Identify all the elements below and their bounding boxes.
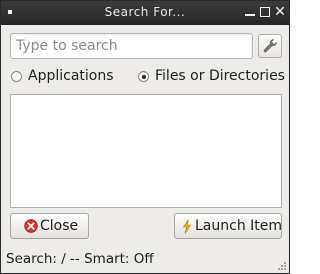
launch-item-button[interactable]: Launch Item bbox=[174, 213, 282, 239]
launch-item-button-label: Launch Item bbox=[195, 218, 283, 234]
title-bar[interactable]: Search For... ✕ bbox=[1, 1, 289, 25]
status-text: Search: / -- Smart: Off bbox=[6, 251, 154, 267]
preferences-button[interactable] bbox=[258, 34, 282, 58]
close-button[interactable]: Close bbox=[10, 213, 89, 239]
minimize-icon[interactable] bbox=[244, 6, 256, 18]
radio-applications-label[interactable]: Applications bbox=[28, 68, 114, 84]
close-circle-icon bbox=[24, 219, 38, 233]
close-window-icon[interactable]: ✕ bbox=[274, 5, 286, 19]
radio-files-label[interactable]: Files or Directories bbox=[155, 68, 285, 84]
search-for-window: Search For... ✕ Applications Files or Di… bbox=[0, 0, 290, 274]
lightning-icon bbox=[182, 219, 192, 234]
results-list[interactable] bbox=[10, 94, 282, 208]
search-input[interactable] bbox=[10, 33, 253, 59]
radio-files-indicator[interactable] bbox=[138, 71, 149, 82]
wrench-icon bbox=[263, 39, 277, 53]
resize-grip-icon[interactable] bbox=[278, 262, 286, 270]
maximize-icon[interactable] bbox=[259, 6, 271, 18]
radio-applications-indicator[interactable] bbox=[11, 71, 22, 82]
close-button-label: Close bbox=[40, 218, 79, 234]
